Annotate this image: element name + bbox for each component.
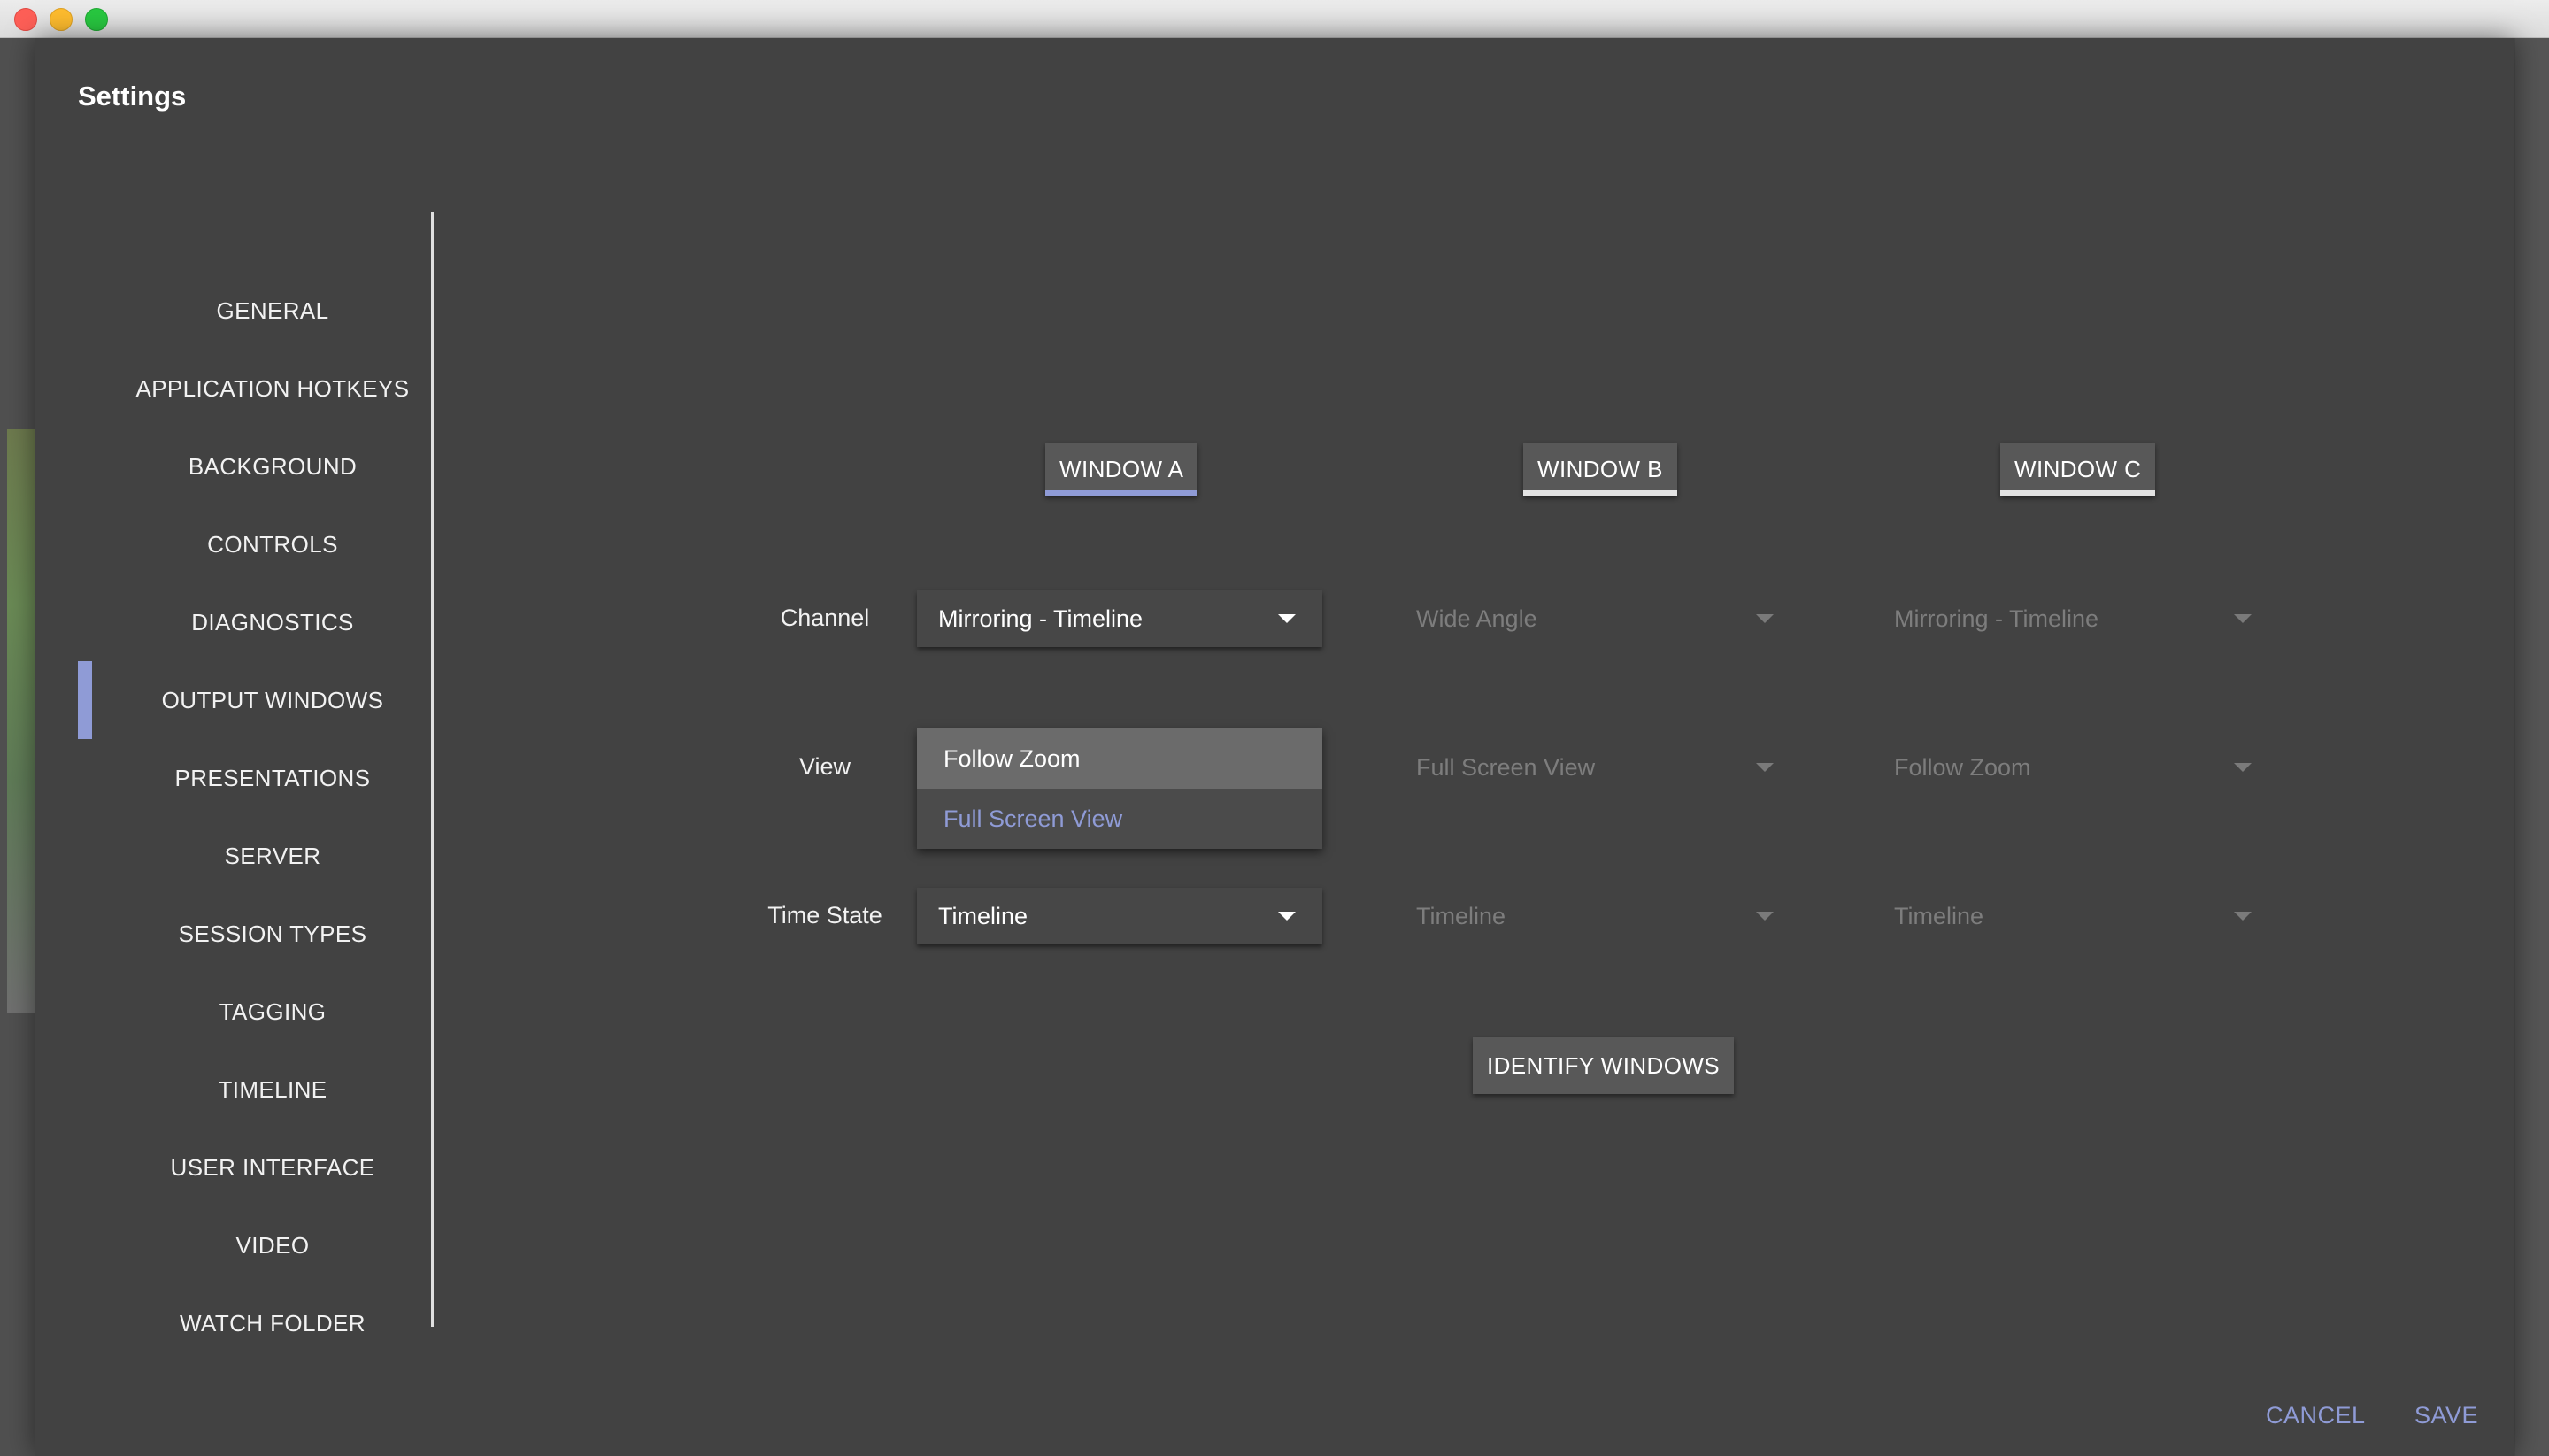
chevron-down-icon bbox=[1756, 763, 1774, 772]
chevron-down-icon bbox=[2234, 912, 2252, 921]
chevron-down-icon bbox=[1756, 912, 1774, 921]
window-c-channel-select[interactable]: Mirroring - Timeline bbox=[1873, 590, 2278, 647]
window-c-view-value: Follow Zoom bbox=[1894, 754, 2031, 781]
chevron-down-icon bbox=[1756, 614, 1774, 623]
nav-divider bbox=[431, 212, 434, 1327]
close-window-button[interactable] bbox=[14, 8, 37, 31]
window-c-view-select[interactable]: Follow Zoom bbox=[1873, 739, 2278, 796]
nav-item-presentations[interactable]: PRESENTATIONS bbox=[78, 750, 467, 806]
zoom-window-button[interactable] bbox=[85, 8, 108, 31]
identify-windows-button[interactable]: IDENTIFY WINDOWS bbox=[1473, 1037, 1735, 1094]
save-button[interactable]: SAVE bbox=[2414, 1402, 2478, 1429]
nav-item-session-types[interactable]: SESSION TYPES bbox=[78, 905, 467, 962]
view-option-full-screen-view[interactable]: Full Screen View bbox=[917, 789, 1322, 849]
nav-item-user-interface[interactable]: USER INTERFACE bbox=[78, 1139, 467, 1196]
window-b-time-state-select[interactable]: Timeline bbox=[1395, 888, 1800, 944]
nav-item-background[interactable]: BACKGROUND bbox=[78, 438, 467, 495]
nav-item-video[interactable]: VIDEO bbox=[78, 1217, 467, 1274]
window-a-button[interactable]: WINDOW A bbox=[1045, 443, 1198, 496]
window-c-time-state-value: Timeline bbox=[1894, 903, 1984, 929]
window-b-channel-select[interactable]: Wide Angle bbox=[1395, 590, 1800, 647]
window-b-time-state-value: Timeline bbox=[1416, 903, 1506, 929]
background-app-right-strip bbox=[2515, 38, 2549, 1456]
nav-item-diagnostics[interactable]: DIAGNOSTICS bbox=[78, 594, 467, 651]
chevron-down-icon bbox=[1278, 912, 1296, 921]
window-a-time-state-value: Timeline bbox=[938, 903, 1028, 929]
time-state-label: Time State bbox=[767, 902, 882, 928]
cancel-button[interactable]: CANCEL bbox=[2266, 1402, 2366, 1429]
channel-label: Channel bbox=[780, 605, 870, 631]
chevron-down-icon bbox=[1278, 614, 1296, 623]
window-a-channel-value: Mirroring - Timeline bbox=[938, 605, 1144, 632]
window-c-button[interactable]: WINDOW C bbox=[2000, 443, 2156, 496]
nav-item-tagging[interactable]: TAGGING bbox=[78, 983, 467, 1040]
nav-item-controls[interactable]: CONTROLS bbox=[78, 516, 467, 573]
nav-item-general[interactable]: GENERAL bbox=[78, 282, 467, 339]
settings-dialog: Settings GENERAL APPLICATION HOTKEYS BAC… bbox=[35, 38, 2514, 1456]
window-b-channel-value: Wide Angle bbox=[1416, 605, 1537, 632]
window-b-view-value: Full Screen View bbox=[1416, 754, 1596, 781]
dialog-title: Settings bbox=[78, 81, 187, 112]
nav-item-server[interactable]: SERVER bbox=[78, 828, 467, 884]
window-titlebar bbox=[0, 0, 2549, 38]
chevron-down-icon bbox=[2234, 614, 2252, 623]
view-label: View bbox=[798, 753, 851, 780]
window-a-time-state-select[interactable]: Timeline bbox=[917, 888, 1322, 944]
nav-item-watch-folder[interactable]: WATCH FOLDER bbox=[78, 1295, 467, 1352]
window-a-channel-select[interactable]: Mirroring - Timeline bbox=[917, 590, 1322, 647]
view-dropdown-menu: Follow Zoom Full Screen View bbox=[917, 728, 1322, 849]
window-b-view-select[interactable]: Full Screen View bbox=[1395, 739, 1800, 796]
view-option-follow-zoom[interactable]: Follow Zoom bbox=[917, 728, 1322, 789]
window-b-button[interactable]: WINDOW B bbox=[1523, 443, 1677, 496]
window-c-channel-value: Mirroring - Timeline bbox=[1894, 605, 2099, 632]
window-c-time-state-select[interactable]: Timeline bbox=[1873, 888, 2278, 944]
background-video-thumbnail bbox=[7, 429, 35, 1013]
minimize-window-button[interactable] bbox=[50, 8, 73, 31]
nav-item-application-hotkeys[interactable]: APPLICATION HOTKEYS bbox=[78, 360, 467, 417]
nav-item-timeline[interactable]: TIMELINE bbox=[78, 1061, 467, 1118]
chevron-down-icon bbox=[2234, 763, 2252, 772]
nav-item-output-windows[interactable]: OUTPUT WINDOWS bbox=[78, 661, 467, 739]
